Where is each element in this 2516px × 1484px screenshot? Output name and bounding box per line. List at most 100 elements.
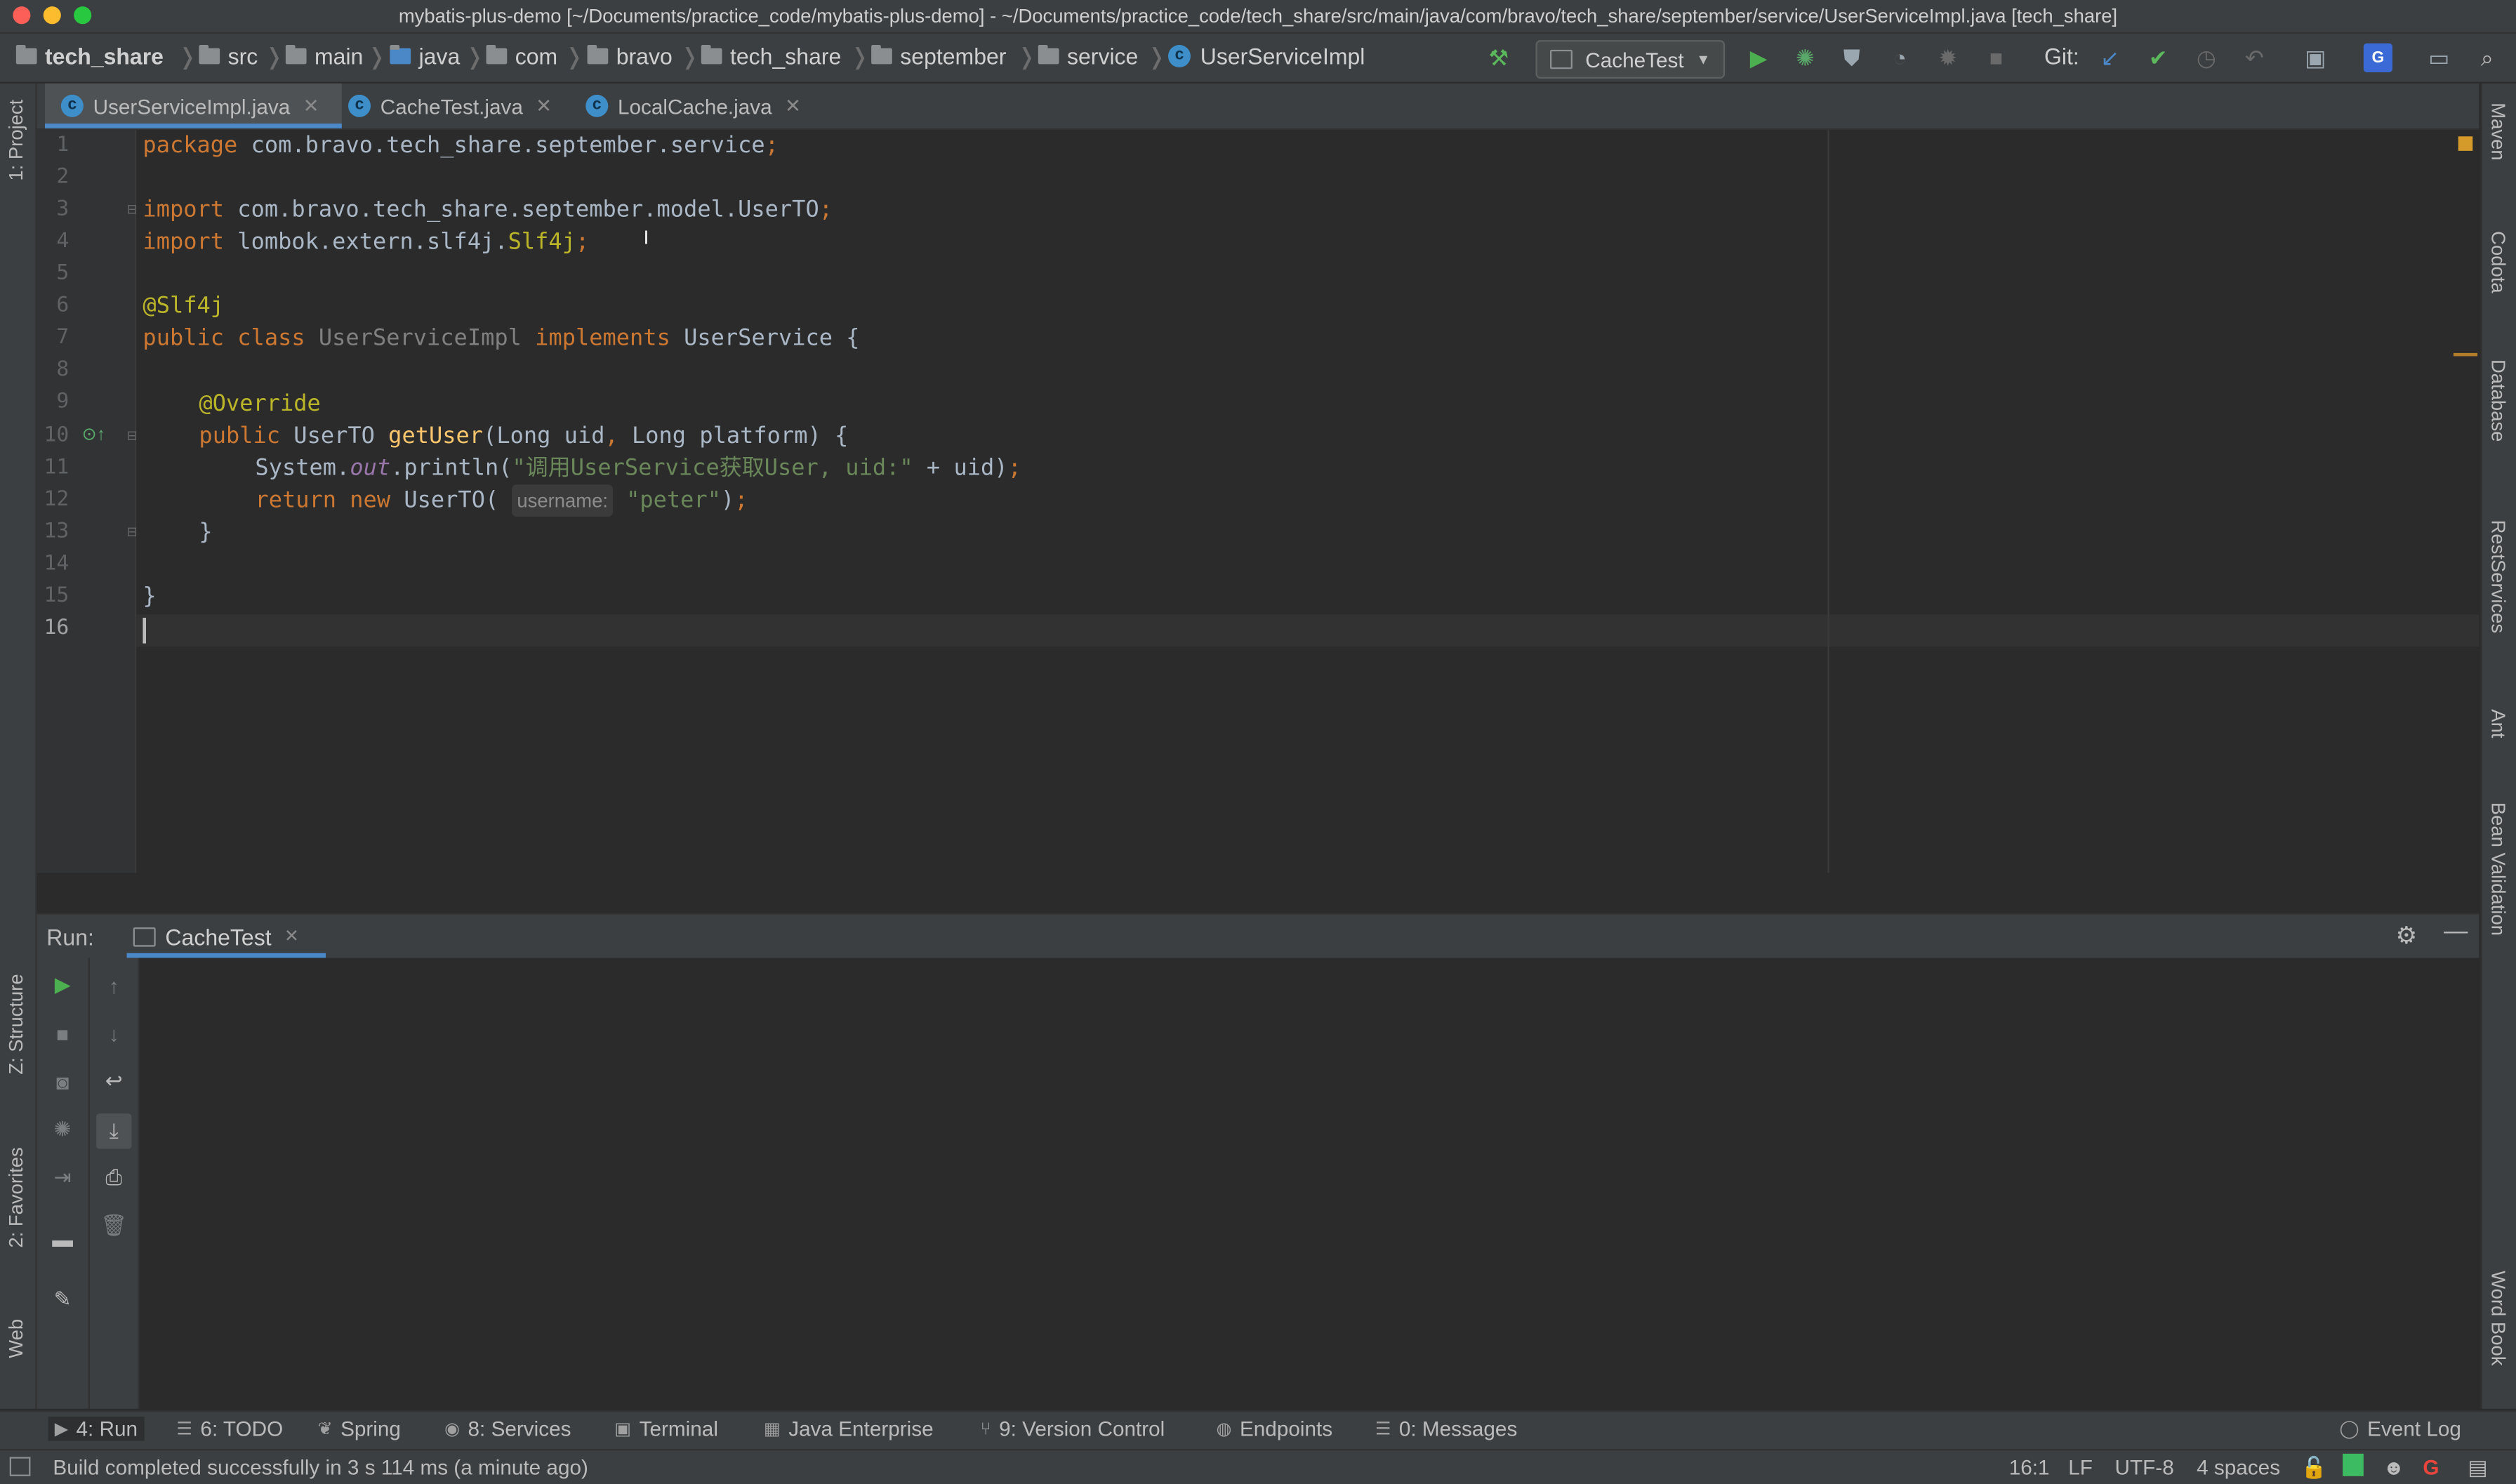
toggle-tool-windows-icon[interactable]	[9, 1457, 31, 1476]
codota-tool-tab[interactable]: Codota	[2487, 231, 2510, 293]
debug-icon[interactable]: ✺	[1791, 44, 1820, 72]
tab-messages[interactable]: ☰ 0: Messages	[1375, 1417, 1517, 1440]
run-configuration-select[interactable]: CacheTest ▼	[1535, 40, 1726, 79]
scroll-to-end-icon[interactable]: ⤓	[96, 1113, 132, 1149]
warning-indicator-icon[interactable]	[2458, 136, 2473, 151]
plugin-status-icon[interactable]	[2343, 1453, 2364, 1476]
close-tab-icon[interactable]: ✕	[284, 926, 299, 946]
git-commit-icon[interactable]: ✔	[2144, 44, 2173, 72]
tab-services[interactable]: ◉ 8: Services	[444, 1417, 571, 1440]
close-tab-icon[interactable]: ✕	[303, 95, 319, 117]
restore-layout-icon[interactable]: ⇥	[48, 1163, 77, 1192]
tab-userserviceimpl[interactable]: c UserServiceImpl.java ✕	[44, 83, 342, 128]
implements-method-icon[interactable]: ⊙↑	[82, 423, 106, 444]
breadcrumb-java[interactable]: java	[390, 44, 460, 69]
breadcrumb-com[interactable]: com	[486, 44, 557, 69]
title-bar: mybatis-plus-demo [~/Documents/practice_…	[0, 0, 2516, 34]
translate-icon[interactable]: G	[2363, 43, 2392, 72]
project-structure-icon[interactable]: ▣	[2301, 44, 2330, 72]
breadcrumb-class[interactable]: c UserServiceImpl	[1167, 44, 1365, 69]
inspector-icon[interactable]: ☻	[2383, 1455, 2404, 1479]
line-separator[interactable]: LF	[2068, 1455, 2093, 1479]
tab-localcache[interactable]: c LocalCache.java ✕	[579, 84, 810, 128]
debug-icon[interactable]: ✺	[48, 1115, 77, 1144]
file-encoding[interactable]: UTF-8	[2115, 1455, 2174, 1479]
layout-icon[interactable]: ▬	[48, 1224, 77, 1253]
arrow-up-icon[interactable]: ↑	[100, 971, 128, 1000]
code-line-4: import lombok.extern.slf4j.Slf4j;	[143, 229, 590, 256]
pin-icon[interactable]: ✎	[48, 1285, 77, 1314]
breadcrumb-service[interactable]: service	[1038, 44, 1138, 69]
close-tab-icon[interactable]: ✕	[536, 95, 552, 117]
rerun-icon[interactable]: ▶	[48, 971, 77, 1000]
tab-terminal[interactable]: ▣ Terminal	[614, 1417, 717, 1440]
git-rollback-icon[interactable]: ↶	[2240, 44, 2269, 72]
line-number-current: 16	[44, 616, 69, 640]
stop-icon[interactable]: ■	[48, 1019, 77, 1047]
run-tab-cachetest[interactable]: CacheTest ✕	[126, 915, 326, 958]
camera-icon[interactable]: ◙	[48, 1067, 77, 1096]
breadcrumb-tech-share[interactable]: tech_share	[701, 44, 841, 69]
breadcrumb-project[interactable]: tech_share	[15, 44, 164, 69]
tab-cachetest[interactable]: c CacheTest.java ✕	[342, 84, 565, 128]
code-line-6: @Slf4j	[143, 293, 225, 319]
tab-spring[interactable]: ❦ Spring	[318, 1417, 401, 1440]
spring-leaf-icon: ❦	[317, 1419, 333, 1440]
code-line-13: }	[199, 519, 213, 546]
run-console[interactable]	[139, 958, 2479, 1409]
tab-endpoints[interactable]: ◍ Endpoints	[1217, 1417, 1333, 1440]
arrow-down-icon[interactable]: ↓	[100, 1019, 128, 1047]
breadcrumb-src[interactable]: src	[199, 44, 258, 69]
print-icon[interactable]: ⎙	[100, 1163, 128, 1192]
tab-version-control[interactable]: ⑂ 9: Version Control	[981, 1417, 1165, 1440]
structure-tool-tab[interactable]: Z: Structure	[5, 974, 27, 1074]
project-tool-tab[interactable]: 1: Project	[5, 100, 27, 181]
lock-icon[interactable]: 🔓	[2301, 1455, 2327, 1481]
breadcrumb-september[interactable]: september	[871, 44, 1006, 69]
bean-validation-tool-tab[interactable]: Bean Validation	[2487, 802, 2510, 936]
code-editor[interactable]: package com.bravo.tech_share.september.s…	[136, 130, 2479, 873]
favorites-tool-tab[interactable]: 2: Favorites	[5, 1147, 27, 1247]
profile-icon[interactable]: ◔	[1886, 44, 1914, 72]
attach-debugger-icon[interactable]: ✹	[1933, 44, 1962, 72]
trash-icon[interactable]: 🗑	[100, 1212, 128, 1240]
close-tab-icon[interactable]: ✕	[785, 95, 801, 117]
speech-bubble-icon: ◯	[2339, 1419, 2359, 1440]
git-update-icon[interactable]: ↙	[2095, 44, 2124, 72]
database-tool-tab[interactable]: Database	[2487, 359, 2510, 442]
tab-todo[interactable]: ☰ 6: TODO	[176, 1417, 283, 1440]
terminal-window-icon[interactable]: ▭	[2425, 44, 2454, 72]
minimize-panel-icon[interactable]: —	[2444, 917, 2468, 945]
tab-run[interactable]: ▶ 4: Run	[48, 1417, 145, 1441]
test-class-icon: c	[347, 94, 371, 117]
tab-java-enterprise[interactable]: ▦ Java Enterprise	[764, 1417, 934, 1440]
messages-icon: ☰	[1375, 1419, 1391, 1440]
text-cursor	[143, 617, 146, 644]
breadcrumb-bravo[interactable]: bravo	[587, 44, 673, 69]
soft-wrap-icon[interactable]: ↩	[100, 1067, 128, 1096]
word-book-tool-tab[interactable]: Word Book	[2487, 1271, 2510, 1365]
caret-position[interactable]: 16:1	[2009, 1455, 2050, 1479]
line-number: 5	[56, 261, 69, 286]
search-icon[interactable]: ⌕	[2472, 44, 2501, 72]
google-icon[interactable]: G	[2423, 1455, 2439, 1479]
editor-tabs: c UserServiceImpl.java ✕ c CacheTest.jav…	[37, 83, 2479, 131]
run-panel-label: Run:	[46, 924, 94, 950]
indent-setting[interactable]: 4 spaces	[2197, 1455, 2280, 1479]
event-log-button[interactable]: ◯ Event Log	[2340, 1417, 2461, 1440]
run-icon[interactable]: ▶	[1744, 44, 1773, 72]
gear-icon[interactable]: ⚙	[2396, 921, 2418, 950]
stop-icon[interactable]: ■	[1982, 44, 2011, 72]
build-hammer-icon[interactable]: ⚒	[1484, 44, 1513, 72]
rest-services-tool-tab[interactable]: RestServices	[2487, 520, 2510, 634]
git-history-icon[interactable]: ◷	[2192, 44, 2220, 72]
coverage-icon[interactable]: ⛊	[1837, 44, 1866, 72]
ant-tool-tab[interactable]: Ant	[2487, 709, 2510, 738]
package-icon	[587, 44, 609, 65]
status-message[interactable]: Build completed successfully in 3 s 114 …	[53, 1455, 588, 1479]
maven-tool-tab[interactable]: Maven	[2487, 102, 2510, 160]
breadcrumb-main[interactable]: main	[285, 44, 363, 69]
memory-indicator-icon[interactable]: ▤	[2468, 1455, 2487, 1481]
web-tool-tab[interactable]: Web	[5, 1319, 27, 1358]
editor-gutter: 1 2 3 4 5 6 7 8 9 10 11 12 13 14 15 16 ⊙…	[37, 130, 138, 873]
